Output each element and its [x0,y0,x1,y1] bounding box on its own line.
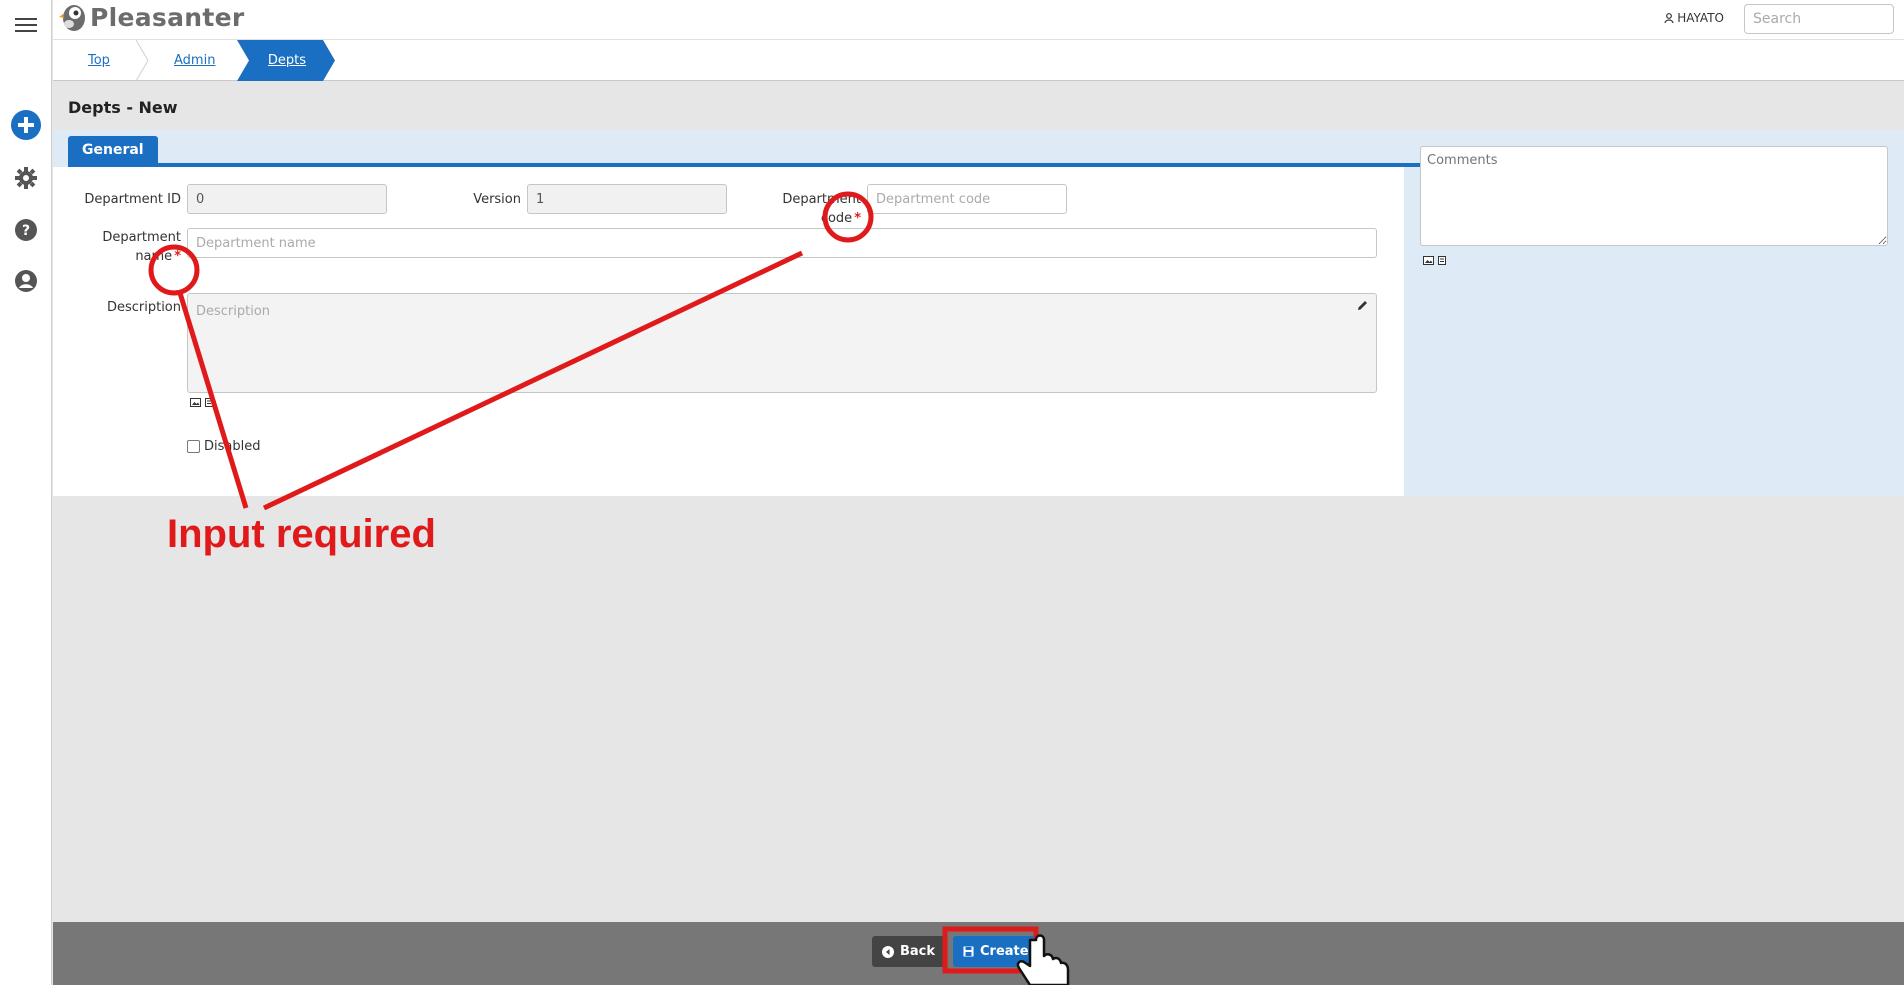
dept-id-label: Department ID [84,192,181,207]
breadcrumb-separator [135,40,149,81]
plus-circle-icon[interactable] [11,110,41,140]
menu-icon[interactable] [11,10,41,40]
image-icon[interactable] [190,398,201,407]
disabled-label: Disabled [204,439,261,454]
dept-name-label-line1: Department [102,230,181,245]
required-mark: * [174,249,181,264]
comments-toolbar [1423,256,1446,265]
title-bar: Depts - New [53,81,1904,130]
breadcrumb-item-depts[interactable]: Depts [237,40,337,81]
annotation-label: Input required [167,512,436,556]
form-area: Department ID Version Department code* D… [53,167,1404,496]
dept-name-label: Department name * [93,228,181,266]
user-icon[interactable] [11,266,41,296]
logo[interactable]: Pleasanter [59,2,245,32]
breadcrumb: Top Admin Depts [53,39,1904,81]
description-field[interactable]: Description [187,293,1377,393]
image-icon[interactable] [1423,256,1434,265]
left-nav: ? [0,0,52,985]
logo-text: Pleasanter [90,2,245,32]
header: Pleasanter HAYATO [53,0,1904,39]
breadcrumb-top-link[interactable]: Top [88,53,110,68]
back-arrow-icon [882,945,894,958]
create-button-label: Create [980,944,1029,959]
tab-strip: General [68,136,158,166]
back-button-label: Back [900,944,936,959]
tab-general[interactable]: General [68,136,158,166]
breadcrumb-depts-link[interactable]: Depts [237,40,337,81]
logo-icon [59,5,85,31]
page-title: Depts - New [68,98,178,117]
required-mark: * [854,211,861,226]
dept-name-label-line2: name [135,249,173,264]
create-button[interactable]: Create [953,936,1039,967]
save-icon [963,946,974,957]
file-icon[interactable] [1438,256,1446,265]
breadcrumb-item-top[interactable]: Top [88,40,110,81]
search-input[interactable] [1744,4,1894,34]
description-label: Description [106,300,181,315]
file-icon[interactable] [205,398,213,407]
user-menu[interactable]: HAYATO [1664,11,1724,25]
footer-bar: Back Create [53,922,1904,985]
description-placeholder: Description [196,304,271,319]
dept-code-field[interactable] [867,184,1067,214]
dept-name-field[interactable] [187,228,1377,258]
back-button[interactable]: Back [872,936,946,967]
person-icon [1664,13,1674,23]
version-label: Version [473,192,521,207]
svg-text:?: ? [22,223,30,239]
breadcrumb-admin-link[interactable]: Admin [174,53,215,68]
description-toolbar [190,398,213,407]
dept-code-label-line2: code [820,211,853,226]
user-name: HAYATO [1677,11,1724,25]
disabled-row: Disabled [187,439,260,454]
dept-code-label-line1: Department [782,192,861,207]
gear-icon[interactable] [11,163,41,193]
dept-code-label: Department code * [773,190,861,228]
help-icon[interactable]: ? [11,215,41,245]
disabled-checkbox[interactable] [187,440,200,453]
dept-id-field[interactable] [187,184,387,214]
breadcrumb-item-admin[interactable]: Admin [174,40,215,81]
version-field[interactable] [527,184,727,214]
pencil-icon[interactable] [1357,300,1368,311]
comments-field[interactable] [1420,146,1888,246]
